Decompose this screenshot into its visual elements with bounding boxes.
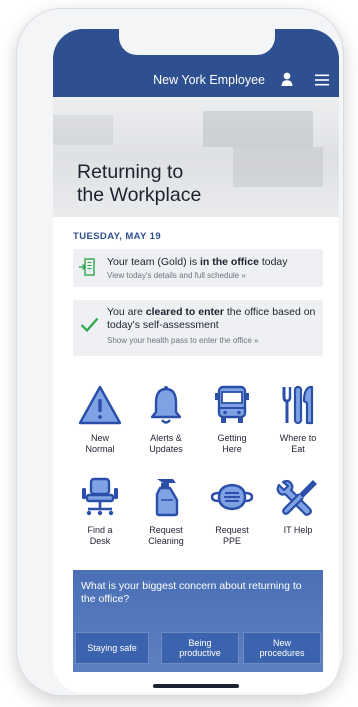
survey-option-line2: productive bbox=[179, 648, 221, 658]
tile-label-line1: Getting bbox=[217, 433, 247, 443]
office-chair-icon bbox=[82, 477, 118, 516]
tile-label-line2: PPE bbox=[222, 536, 241, 546]
app-screen: New York Employee Returning to the Workp… bbox=[53, 29, 339, 693]
tile-label-line1: Request bbox=[215, 525, 249, 535]
office-photo-backdrop bbox=[203, 111, 313, 147]
device-notch bbox=[119, 29, 275, 55]
tile-find-a-desk[interactable]: Find a Desk bbox=[69, 476, 131, 547]
health-pass-link[interactable]: Show your health pass to enter the offic… bbox=[107, 336, 259, 345]
arrow-into-building-icon bbox=[79, 258, 95, 276]
tile-label-line1: Alerts & bbox=[150, 433, 182, 443]
team-status-card[interactable]: Your team (Gold) is in the office today … bbox=[73, 249, 323, 287]
tile-label-line2: Normal bbox=[85, 444, 115, 454]
team-status-post: today bbox=[258, 256, 288, 268]
tile-label-line2: Eat bbox=[291, 444, 305, 454]
tile-label-line2: Updates bbox=[149, 444, 183, 454]
user-icon[interactable] bbox=[281, 72, 293, 86]
spray-bottle-icon bbox=[155, 479, 179, 517]
utensils-icon bbox=[282, 385, 314, 425]
tile-label-line2: Here bbox=[222, 444, 242, 454]
survey-option-staying-safe[interactable]: Staying safe bbox=[75, 632, 149, 664]
survey-option-new-procedures[interactable]: New procedures bbox=[243, 632, 321, 664]
date-label: TUESDAY, MAY 19 bbox=[73, 231, 162, 242]
page-title-line2: the Workplace bbox=[77, 184, 202, 206]
tile-it-help[interactable]: IT Help bbox=[267, 476, 329, 536]
menu-icon[interactable] bbox=[315, 74, 329, 86]
warning-icon bbox=[78, 385, 122, 425]
tile-getting-here[interactable]: Getting Here bbox=[201, 384, 263, 455]
phone-frame: New York Employee Returning to the Workp… bbox=[16, 8, 344, 696]
page-title: Returning to the Workplace bbox=[77, 161, 247, 207]
tile-label-line1: New bbox=[90, 433, 109, 443]
page-title-line1: Returning to bbox=[77, 161, 184, 183]
survey-option-being-productive[interactable]: Being productive bbox=[161, 632, 239, 664]
health-status-bold: cleared to enter bbox=[145, 306, 224, 318]
survey-option-line1: Staying safe bbox=[87, 643, 137, 653]
survey-panel: What is your biggest concern about retur… bbox=[73, 570, 323, 672]
tile-label-line1: Request bbox=[149, 525, 183, 535]
health-status-text: You are cleared to enter the office base… bbox=[107, 306, 319, 332]
tile-label-line2: Cleaning bbox=[148, 536, 184, 546]
team-status-bold: in the office bbox=[199, 256, 259, 268]
tile-label-line1: Find a bbox=[87, 525, 113, 535]
face-mask-icon bbox=[210, 483, 254, 511]
tile-where-to-eat[interactable]: Where to Eat bbox=[267, 384, 329, 455]
tile-label-line1: Where to bbox=[279, 433, 317, 443]
bus-icon bbox=[215, 385, 249, 423]
header-title: New York Employee bbox=[153, 73, 265, 87]
tile-new-normal[interactable]: New Normal bbox=[69, 384, 131, 455]
tile-label-line1: IT Help bbox=[283, 525, 313, 535]
hero-banner: Returning to the Workplace bbox=[53, 97, 339, 217]
survey-option-line1: Being bbox=[188, 638, 212, 648]
team-schedule-link[interactable]: View today's details and full schedule » bbox=[107, 271, 246, 280]
tile-request-ppe[interactable]: Request PPE bbox=[201, 476, 263, 547]
tile-alerts-updates[interactable]: Alerts & Updates bbox=[135, 384, 197, 455]
survey-question: What is your biggest concern about retur… bbox=[81, 580, 302, 605]
tile-request-cleaning[interactable]: Request Cleaning bbox=[135, 476, 197, 547]
survey-option-line1: New bbox=[272, 638, 291, 648]
checkmark-icon bbox=[80, 317, 99, 333]
bell-icon bbox=[150, 386, 182, 424]
home-indicator[interactable] bbox=[153, 684, 239, 688]
health-status-pre: You are bbox=[107, 306, 146, 318]
tile-label-line2: Desk bbox=[89, 536, 111, 546]
tools-icon bbox=[276, 479, 317, 516]
team-status-text: Your team (Gold) is in the office today bbox=[107, 256, 288, 269]
health-status-card[interactable]: You are cleared to enter the office base… bbox=[73, 300, 323, 356]
office-photo-left bbox=[53, 115, 113, 145]
survey-option-line2: procedures bbox=[259, 648, 305, 658]
team-status-pre: Your team (Gold) is bbox=[107, 256, 200, 268]
